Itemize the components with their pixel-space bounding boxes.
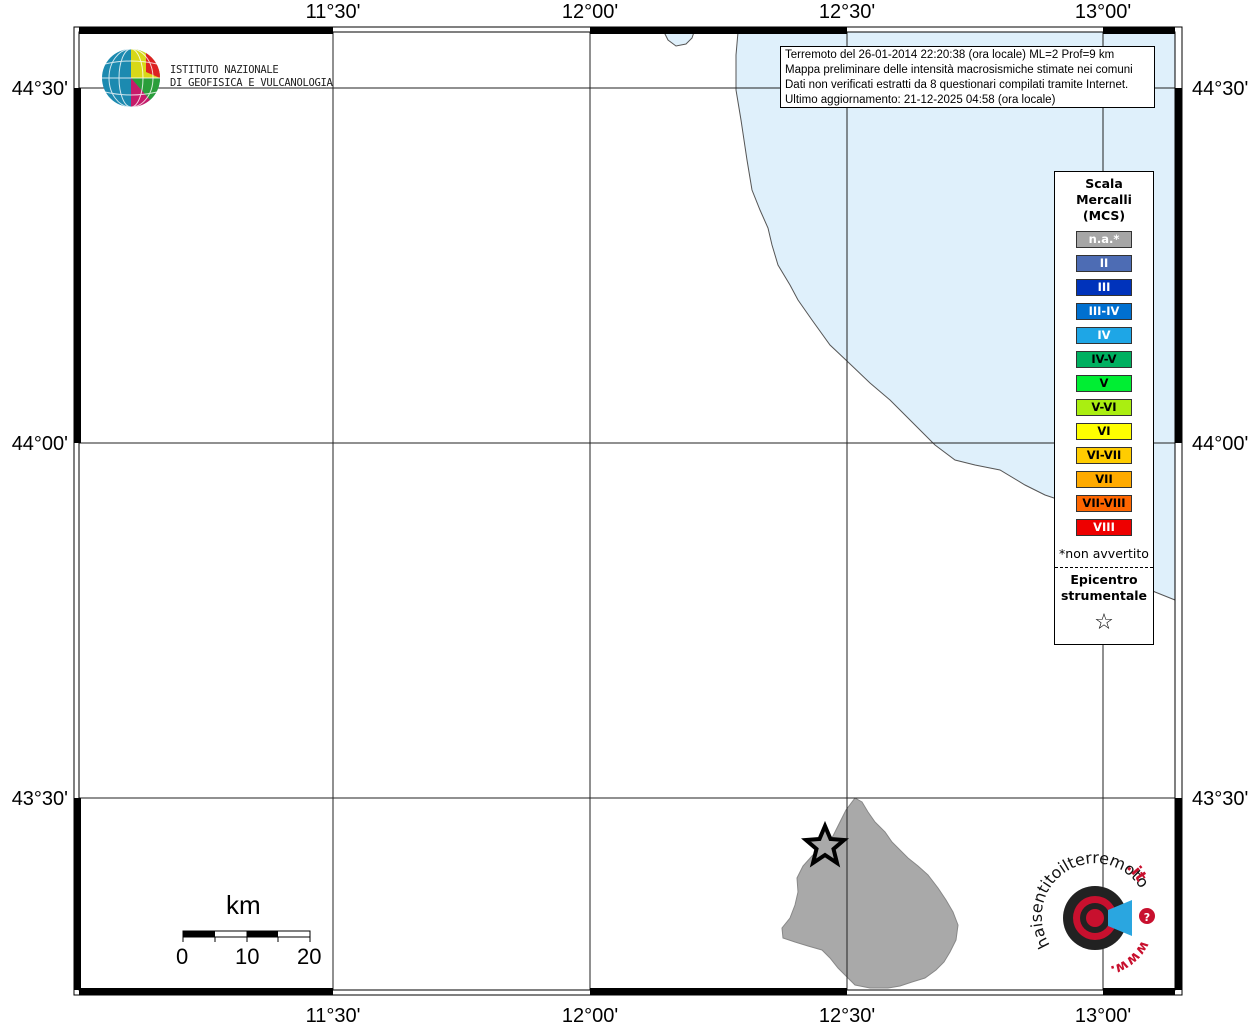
info-line-data: Dati non verificati estratti da 8 questi… (785, 79, 1129, 91)
scale-bar-label-20: 20 (297, 944, 322, 969)
lat-label-left-2: 44°00' (12, 433, 68, 455)
lat-label-right-1: 44°30' (1192, 78, 1248, 100)
lon-label-bottom-1: 11°30' (306, 1005, 361, 1024)
scale-bar-unit: km (226, 890, 261, 920)
legend-swatches: n.a.* II III III-IV IV IV-V V V-VI VI VI-VII VII VI… (1055, 231, 1153, 536)
lat-label-left-3: 43°30' (12, 788, 68, 810)
lat-label-right-2: 44°00' (1192, 433, 1248, 455)
legend-swatch: V-VI (1076, 399, 1132, 416)
legend-swatch: n.a.* (1076, 231, 1132, 248)
lon-label-top-3: 12°30' (819, 1, 875, 23)
scale-bar-label-0: 0 (176, 944, 189, 969)
info-line-update: Ultimo aggiornamento: 21-12-2025 04:58 (… (785, 94, 1056, 106)
legend-divider (1055, 567, 1153, 568)
legend-swatch: III-IV (1076, 303, 1132, 320)
lon-label-top-1: 11°30' (306, 1, 361, 23)
ingv-logo-line1: ISTITUTO NAZIONALE (170, 64, 279, 76)
legend-epicenter-label: Epicentro strumentale (1055, 572, 1153, 604)
info-line-map: Mappa preliminare delle intensità macros… (785, 64, 1133, 76)
lon-label-top-2: 12°00' (562, 1, 618, 23)
legend-epicenter-line1: Epicentro (1070, 572, 1138, 587)
legend-swatch: IV-V (1076, 351, 1132, 368)
legend-swatch: VI-VII (1076, 447, 1132, 464)
lon-label-bottom-4: 13°00' (1075, 1005, 1131, 1024)
legend-swatch: VII (1076, 471, 1132, 488)
legend-title-line2: Mercalli (1076, 192, 1132, 207)
legend-title: Scala Mercalli (MCS) (1055, 176, 1153, 224)
legend-swatch: II (1076, 255, 1132, 272)
lat-label-right-3: 43°30' (1192, 788, 1248, 810)
legend-swatch: VII-VIII (1076, 495, 1132, 512)
lon-label-bottom-3: 12°30' (819, 1005, 875, 1024)
legend-star-icon: ☆ (1094, 610, 1114, 635)
ingv-logo-line2: DI GEOFISICA E VULCANOLOGIA (170, 77, 333, 89)
ingv-logo-text: ISTITUTO NAZIONALE DI GEOFISICA E VULCAN… (170, 64, 333, 90)
legend-swatch: III (1076, 279, 1132, 296)
question-mark-icon: ? (1144, 911, 1150, 924)
info-line-event: Terremoto del 26-01-2014 22:20:38 (ora l… (785, 49, 1115, 61)
legend-note: *non avvertito (1059, 546, 1149, 561)
lon-label-bottom-2: 12°00' (562, 1005, 618, 1024)
legend-swatch: V (1076, 375, 1132, 392)
legend-swatch: IV (1076, 327, 1132, 344)
event-info-box: Terremoto del 26-01-2014 22:20:38 (ora l… (780, 46, 1155, 108)
lon-label-top-4: 13°00' (1075, 1, 1131, 23)
intensity-legend: Scala Mercalli (MCS) n.a.* II III III-IV IV I… (1054, 171, 1154, 645)
legend-swatch: VI (1076, 423, 1132, 440)
legend-swatch: VIII (1076, 519, 1132, 536)
legend-title-line3: (MCS) (1082, 208, 1126, 223)
ingv-globe-icon (102, 48, 161, 108)
legend-title-line1: Scala (1085, 176, 1123, 191)
scale-bar-label-10: 10 (235, 944, 260, 969)
legend-epicenter-line2: strumentale (1060, 588, 1148, 603)
lat-label-left-1: 44°30' (12, 78, 68, 100)
